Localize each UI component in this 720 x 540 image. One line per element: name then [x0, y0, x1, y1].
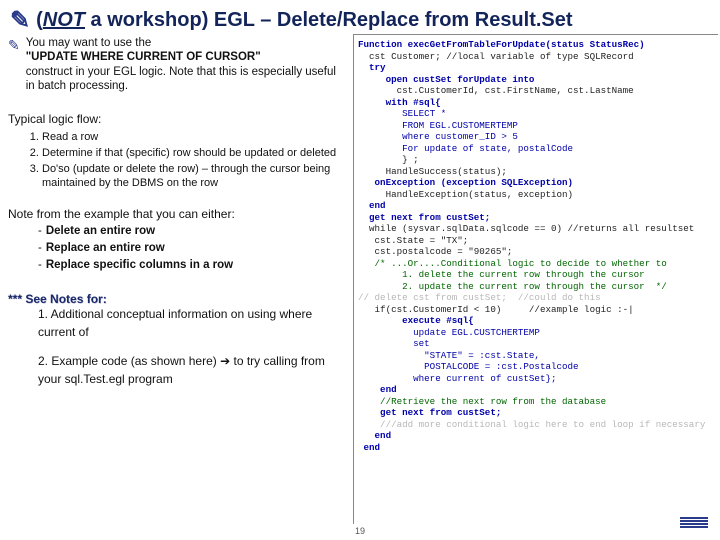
step-2: Determine if that (specific) row should … — [42, 146, 343, 160]
note-item-2: -Replace an entire row — [38, 240, 343, 257]
see-notes-item-2: 2. Example code (as shown here) ➔ to try… — [38, 353, 343, 388]
intro-tail: construct in your EGL logic. Note that t… — [26, 66, 336, 92]
step-3: Do'so (update or delete the row) – throu… — [42, 162, 343, 191]
step-1: Read a row — [42, 130, 343, 144]
intro-paragraph: You may want to use the "UPDATE WHERE CU… — [26, 36, 343, 94]
intro-lead: You may want to use the — [26, 37, 152, 49]
page-number: 19 — [355, 526, 365, 536]
left-column: ✎ You may want to use the "UPDATE WHERE … — [8, 36, 343, 388]
note-item-3: -Replace specific columns in a row — [38, 257, 343, 274]
bullet-icon: ✎ — [8, 37, 20, 54]
slide-title: (NOT a workshop) EGL – Delete/Replace fr… — [36, 9, 572, 32]
note-heading: Note from the example that you can eithe… — [8, 207, 343, 221]
steps-list: Read a row Determine if that (specific) … — [42, 130, 343, 191]
intro-quote: "UPDATE WHERE CURRENT OF CURSOR" — [26, 51, 261, 63]
ibm-logo-icon — [680, 517, 708, 528]
title-squiggle-icon: ✎ — [10, 6, 30, 35]
code-pane: Function execGetFromTableForUpdate(statu… — [353, 34, 718, 524]
title-open-paren: ( — [36, 9, 43, 31]
see-notes: *** See Notes for: 1. Additional concept… — [8, 292, 343, 388]
see-notes-header: *** See Notes for: — [8, 292, 343, 306]
typical-heading: Typical logic flow: — [8, 112, 343, 126]
note-item-1: -Delete an entire row — [38, 223, 343, 240]
title-rest: a workshop) EGL – Delete/Replace from Re… — [85, 9, 573, 31]
see-notes-item-1: 1. Additional conceptual information on … — [38, 306, 343, 341]
title-not: NOT — [43, 9, 85, 31]
note-list: -Delete an entire row -Replace an entire… — [38, 223, 343, 275]
